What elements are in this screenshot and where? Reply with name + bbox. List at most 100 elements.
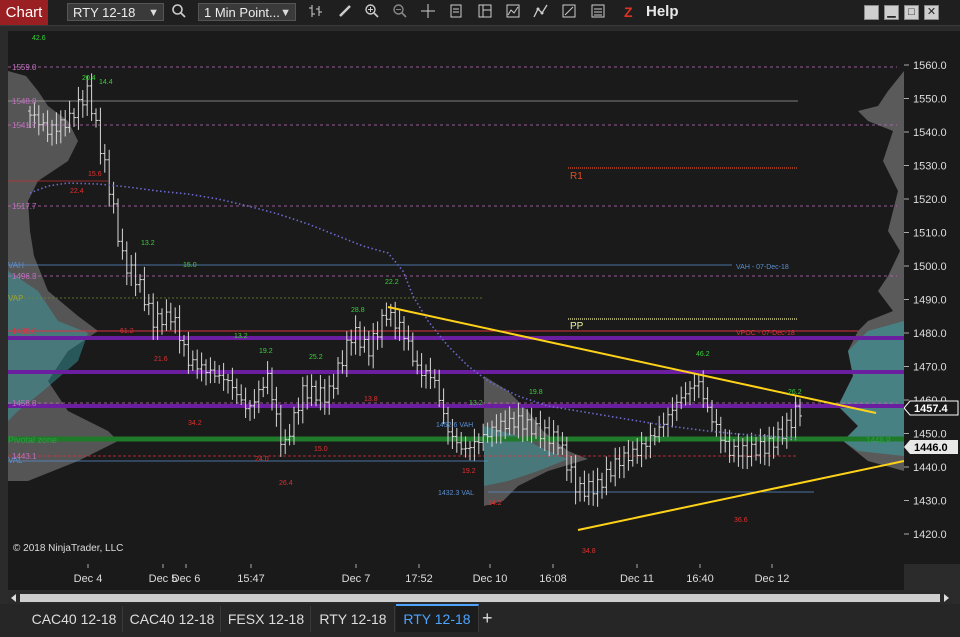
tab-cac40-1[interactable]: CAC40 12-18 <box>26 606 123 632</box>
time-tick-label: Dec 7 <box>342 573 371 585</box>
low-count-label: 15.0 <box>314 446 328 453</box>
chevron-down-icon: ▼ <box>280 7 291 19</box>
high-count-label: 25.2 <box>309 354 323 361</box>
instrument-tabs: CAC40 12-18 CAC40 12-18 FESX 12-18 RTY 1… <box>0 604 960 637</box>
low-count-label: 34.8 <box>582 548 596 555</box>
zoom-in-icon[interactable] <box>362 3 382 22</box>
bar-type-icon[interactable] <box>306 3 326 22</box>
zoom-z-icon[interactable]: Z <box>624 4 637 20</box>
high-count-label: 46.2 <box>696 351 710 358</box>
time-tick-label: Dec 12 <box>755 573 790 585</box>
level-label: 1559.0 <box>12 63 37 72</box>
level-label: 1443.1 <box>12 452 37 461</box>
high-count-label: 26.2 <box>788 389 802 396</box>
vah-note: VAH - 07-Dec-18 <box>736 264 789 271</box>
scrollbar-thumb <box>20 594 940 602</box>
high-count-label: 14.4 <box>99 79 113 86</box>
instrument-selector[interactable]: RTY 12-18 ▼ <box>67 3 164 21</box>
price-tick-label: 1440.0 <box>913 462 947 474</box>
price-tick-label: 1470.0 <box>913 362 947 374</box>
price-tick-label: 1420.0 <box>913 529 947 541</box>
last-price-label: 1457.4 <box>914 403 949 415</box>
vpoc-note: VPOC - 07-Dec-18 <box>736 330 795 337</box>
tab-rty-1[interactable]: RTY 12-18 <box>312 606 395 632</box>
high-count-label: 19.2 <box>259 348 273 355</box>
close-button[interactable]: ✕ <box>924 5 939 20</box>
last-price-marker: 1457.4 <box>903 400 959 416</box>
help-menu[interactable]: Help <box>646 3 679 20</box>
time-tick-label: Dec 6 <box>172 573 201 585</box>
low-count-label: 14.2 <box>488 500 502 507</box>
price-tick-label: 1450.0 <box>913 429 947 441</box>
level-label: 1496.3 <box>12 272 37 281</box>
level-label: 1548.8 <box>12 97 37 106</box>
maximize-button[interactable]: □ <box>904 5 919 20</box>
pp-label: PP <box>570 321 584 332</box>
search-icon[interactable] <box>169 3 189 22</box>
zoom-out-icon[interactable] <box>390 3 410 22</box>
time-tick-label: Dec 4 <box>74 573 103 585</box>
price-tick-label: 1560.0 <box>913 60 947 72</box>
low-count-label: 36.6 <box>734 517 748 524</box>
level-label: VAH <box>8 261 24 270</box>
level-label: 1541.7 <box>12 121 37 130</box>
r1-label: R1 <box>570 171 583 182</box>
crosshair-icon[interactable] <box>418 3 438 22</box>
low-count-label: 21.6 <box>154 356 168 363</box>
tab-cac40-2[interactable]: CAC40 12-18 <box>124 606 221 632</box>
data-box-icon[interactable] <box>446 3 466 22</box>
interval-selector[interactable]: 1 Min Point... ▼ <box>198 3 296 21</box>
time-tick-label: 15:47 <box>237 573 265 585</box>
price-tick-label: 1490.0 <box>913 295 947 307</box>
snapshot-icon[interactable] <box>588 3 608 22</box>
high-count-label: 20.4 <box>82 75 96 82</box>
price-bars <box>28 73 802 507</box>
high-count-label: 19.8 <box>529 389 543 396</box>
price-axis[interactable]: 1560.0 1550.0 1540.0 1530.0 1520.0 1510.0 1500… <box>903 31 960 564</box>
upper-trendline[interactable] <box>387 306 877 414</box>
low-count-label: 15.6 <box>88 171 102 178</box>
pencil-icon[interactable] <box>335 3 355 22</box>
price-tick-label: 1430.0 <box>913 496 947 508</box>
strategies-icon[interactable] <box>531 3 551 22</box>
add-tab-icon[interactable]: + <box>482 608 500 629</box>
time-tick-label: 16:08 <box>539 573 567 585</box>
time-tick-label: Dec 11 <box>620 573 654 585</box>
price-tick-label: 1510.0 <box>913 228 947 240</box>
price-tick-label: 1520.0 <box>913 194 947 206</box>
price-tick-label: 1550.0 <box>913 94 947 106</box>
price-ticks: 1560.0 1550.0 1540.0 1530.0 1520.0 1510.0 1500… <box>904 60 947 541</box>
interval-label: 1 Min Point... <box>204 5 280 20</box>
time-tick-label: 16:40 <box>686 573 714 585</box>
window-title: Chart <box>0 0 48 25</box>
pivotal-zone-label: Pivotal zone <box>8 435 57 445</box>
low-count-label: 61.2 <box>120 328 134 335</box>
pivot-price-label: 1446.0 <box>914 442 948 454</box>
minimize-button[interactable]: ▁ <box>884 5 899 20</box>
copyright-text: © 2018 NinjaTrader, LLC <box>13 543 123 554</box>
price-chart[interactable]: 42.6 20.414.4 13.2 15.0 13.2 19.2 25.2 28.8 22.2… <box>8 31 905 564</box>
vwap-line <box>29 182 799 440</box>
tab-rty-2-active[interactable]: RTY 12-18 <box>396 604 479 632</box>
price-tick-label: 1540.0 <box>913 127 947 139</box>
chart-toolbar: Chart RTY 12-18 ▼ 1 Min Point... ▼ Z Hel… <box>0 0 960 26</box>
tab-fesx[interactable]: FESX 12-18 <box>222 606 311 632</box>
window-group-button[interactable] <box>864 5 879 20</box>
price-tick-label: 1530.0 <box>913 161 947 173</box>
level-label: 1458.8 <box>12 399 37 408</box>
pivot-price-marker: 1446.0 <box>904 440 958 454</box>
time-tick-label: Dec 10 <box>473 573 508 585</box>
properties-icon[interactable] <box>559 3 579 22</box>
low-count-label: 26.4 <box>279 480 293 487</box>
horizontal-scrollbar[interactable] <box>8 591 952 604</box>
high-count-label: 42.6 <box>32 35 46 42</box>
pivot-right-label: 1448.9 <box>866 436 891 445</box>
price-tick-label: 1480.0 <box>913 328 947 340</box>
low-count-label: 22.4 <box>70 188 84 195</box>
time-axis[interactable]: Dec 4 Dec 5 Dec 6 15:47 Dec 7 17:52 Dec 10 16:0… <box>8 564 904 590</box>
chart-panel[interactable]: 42.6 20.4 14.4 13.2 15.0 13.2 19.2 25.2 28.8 22.2… <box>8 31 905 564</box>
low-count-label: 13.8 <box>364 396 378 403</box>
indicators-icon[interactable] <box>503 3 523 22</box>
price-tick-label: 1500.0 <box>913 261 947 273</box>
templates-icon[interactable] <box>475 3 495 22</box>
